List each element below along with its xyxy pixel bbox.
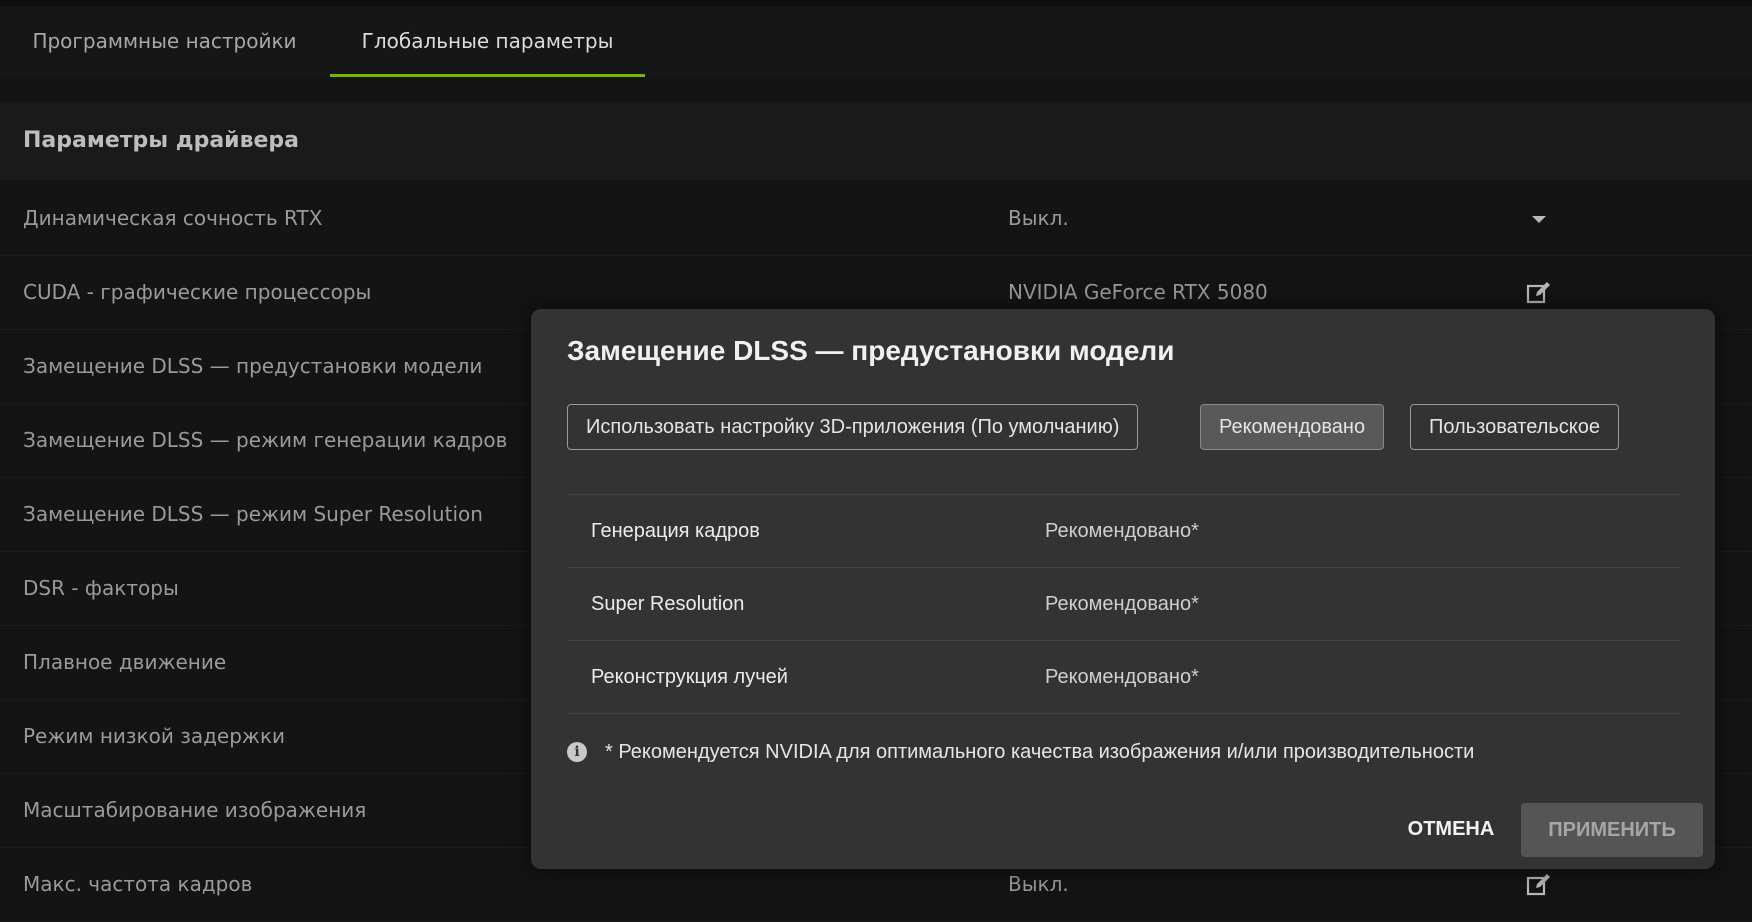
tab-global-settings[interactable]: Глобальные параметры: [330, 6, 645, 76]
setting-label: Замещение DLSS — режим генерации кадров: [23, 428, 508, 452]
note-text: * Рекомендуется NVIDIA для оптимального …: [605, 741, 1475, 763]
apply-button[interactable]: ПРИМЕНИТЬ: [1521, 803, 1703, 857]
setting-row-rtx-dynamic-vibrance[interactable]: Динамическая сочность RTX Выкл.: [0, 182, 1752, 256]
dialog-title: Замещение DLSS — предустановки модели: [567, 335, 1175, 366]
setting-label: DSR - факторы: [23, 576, 179, 600]
dlss-presets-dialog: Замещение DLSS — предустановки модели Ис…: [531, 309, 1715, 869]
section-title: Параметры драйвера: [23, 128, 300, 153]
setting-label: CUDA - графические процессоры: [23, 280, 372, 304]
setting-label: Макс. частота кадров: [23, 872, 253, 896]
tab-program-settings[interactable]: Программные настройки: [22, 6, 307, 76]
option-recommended-button[interactable]: Рекомендовано: [1200, 404, 1385, 450]
preset-label: Реконструкция лучей: [591, 666, 788, 688]
preset-table: Генерация кадров Рекомендовано* Super Re…: [567, 494, 1680, 714]
edit-icon[interactable]: [1526, 280, 1552, 306]
table-row: Super Resolution Рекомендовано*: [567, 568, 1680, 641]
setting-value: Выкл.: [1008, 206, 1069, 230]
info-icon: i: [567, 742, 587, 762]
edit-icon[interactable]: [1526, 872, 1552, 898]
driver-settings-header: Параметры драйвера: [0, 102, 1752, 180]
cancel-button[interactable]: ОТМЕНА: [1389, 803, 1513, 855]
table-row: Реконструкция лучей Рекомендовано*: [567, 641, 1680, 714]
table-row: Генерация кадров Рекомендовано*: [567, 495, 1680, 568]
tab-bar: Программные настройки Глобальные парамет…: [0, 6, 1752, 77]
setting-label: Динамическая сочность RTX: [23, 206, 323, 230]
setting-label: Замещение DLSS — предустановки модели: [23, 354, 483, 378]
setting-label: Масштабирование изображения: [23, 798, 367, 822]
preset-label: Генерация кадров: [591, 520, 760, 542]
option-custom-button[interactable]: Пользовательское: [1410, 404, 1620, 450]
preset-value: Рекомендовано*: [1045, 520, 1199, 542]
recommendation-note: i * Рекомендуется NVIDIA для оптимальног…: [567, 737, 1474, 767]
setting-label: Режим низкой задержки: [23, 724, 286, 748]
active-tab-indicator: [330, 74, 645, 77]
chevron-down-icon[interactable]: [1526, 206, 1552, 232]
setting-label: Плавное движение: [23, 650, 227, 674]
option-use-3d-app-setting-button[interactable]: Использовать настройку 3D-приложения (По…: [567, 404, 1139, 450]
preset-label: Super Resolution: [591, 593, 745, 615]
preset-value: Рекомендовано*: [1045, 666, 1199, 688]
setting-label: Замещение DLSS — режим Super Resolution: [23, 502, 483, 526]
preset-value: Рекомендовано*: [1045, 593, 1199, 615]
